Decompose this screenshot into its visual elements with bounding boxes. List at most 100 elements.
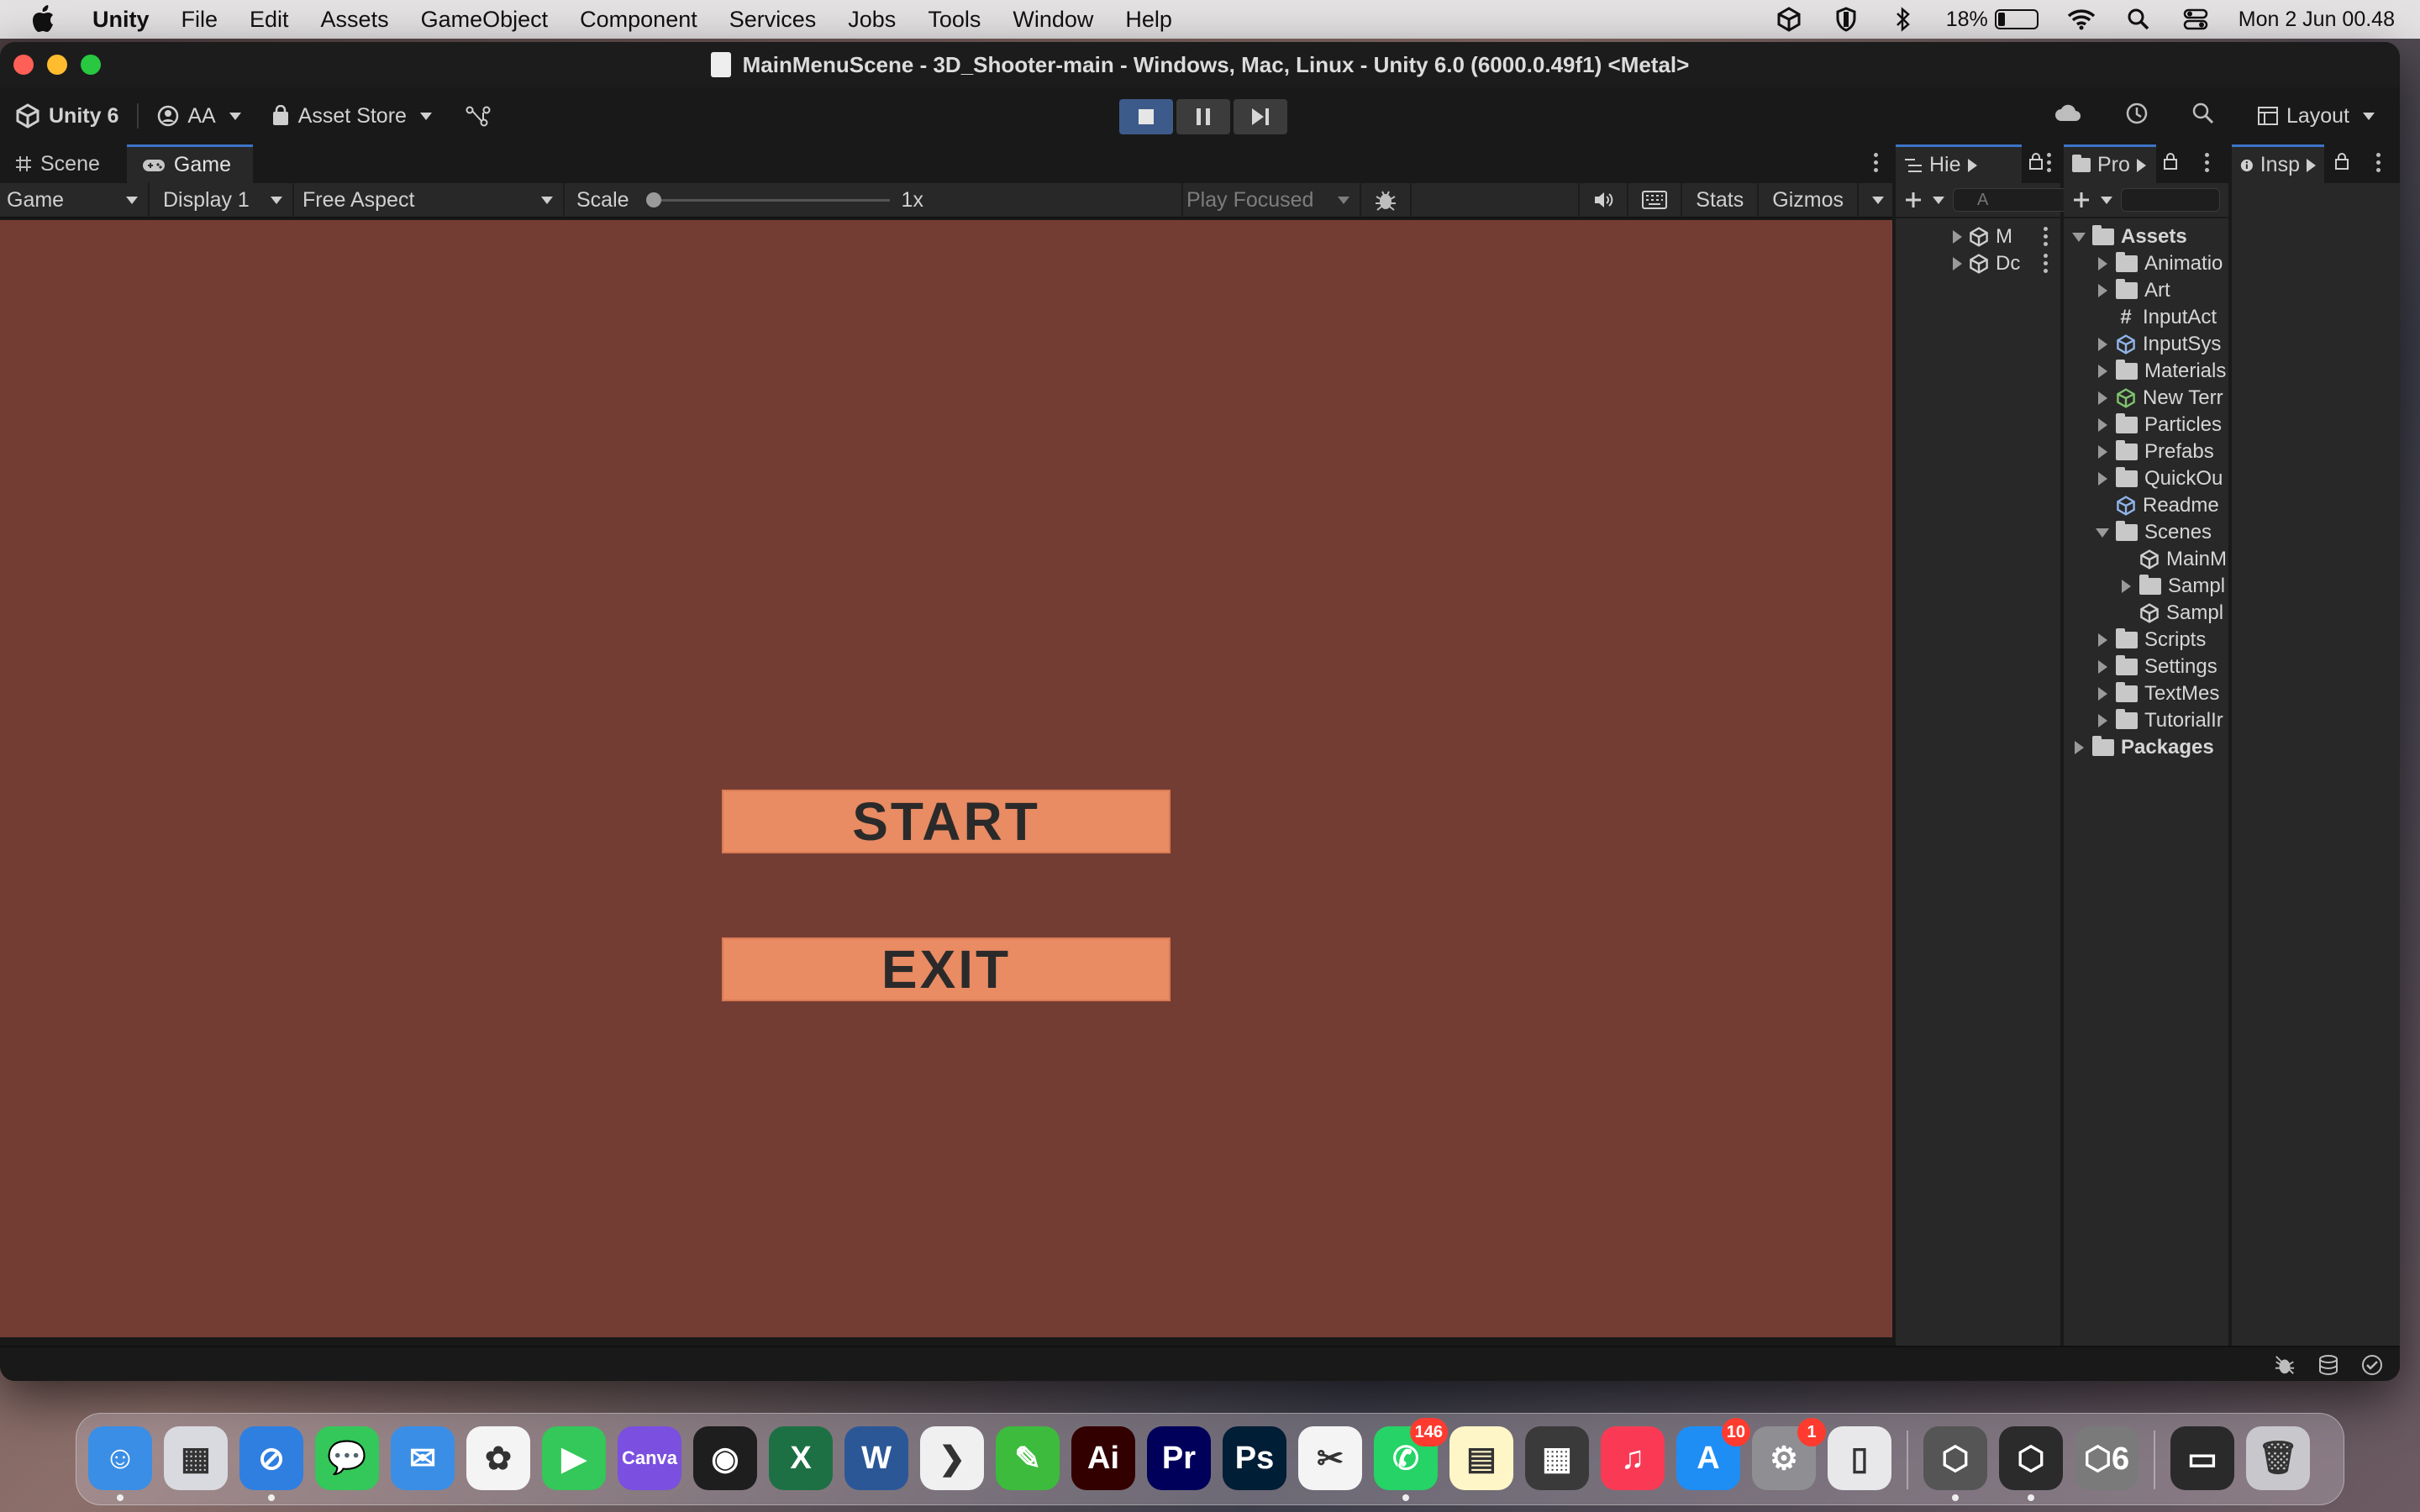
gizmos-toggle[interactable]: Gizmos bbox=[1757, 182, 1857, 218]
project-tree-item[interactable]: Sampl bbox=[2064, 573, 2228, 600]
minimize-window-button[interactable] bbox=[47, 55, 67, 75]
expand-arrow-icon[interactable] bbox=[2097, 284, 2107, 297]
expand-arrow-icon[interactable] bbox=[2097, 472, 2107, 486]
unity-version-button[interactable]: Unity 6 bbox=[15, 103, 118, 129]
bluetooth-icon[interactable] bbox=[1889, 5, 1918, 34]
dock-app-music[interactable]: ♫ bbox=[1601, 1426, 1665, 1490]
project-tree-item[interactable]: TextMes bbox=[2064, 680, 2228, 707]
pause-button[interactable] bbox=[1176, 99, 1230, 134]
menu-clock[interactable]: Mon 2 Jun 00.48 bbox=[2238, 8, 2395, 32]
menu-component[interactable]: Component bbox=[580, 7, 697, 33]
project-tree-item[interactable]: Materials bbox=[2064, 358, 2228, 385]
expand-arrow-icon[interactable] bbox=[2097, 687, 2107, 701]
panel-menu-icon[interactable] bbox=[2047, 153, 2052, 172]
asset-store-dropdown[interactable]: Asset Store bbox=[271, 104, 432, 129]
menu-file[interactable]: File bbox=[182, 7, 218, 33]
play-stop-button[interactable] bbox=[1119, 99, 1173, 134]
lock-icon[interactable] bbox=[2163, 152, 2178, 176]
expand-arrow-icon[interactable] bbox=[2097, 365, 2107, 378]
dock-app-calculator[interactable]: ▦ bbox=[1525, 1426, 1589, 1490]
project-tree-item[interactable]: Readme bbox=[2064, 492, 2228, 519]
project-tree-item[interactable]: Sampl bbox=[2064, 600, 2228, 627]
version-control-button[interactable] bbox=[466, 105, 491, 127]
dock-app-unity-6[interactable]: ⬡6 bbox=[2075, 1426, 2139, 1490]
menu-app-name[interactable]: Unity bbox=[92, 7, 150, 33]
expand-arrow-icon[interactable] bbox=[2097, 714, 2107, 727]
project-tree-item[interactable]: Art bbox=[2064, 277, 2228, 304]
search-icon[interactable] bbox=[2192, 102, 2214, 130]
exit-button[interactable]: EXIT bbox=[722, 937, 1171, 1001]
menu-services[interactable]: Services bbox=[729, 7, 817, 33]
dock-app-finder[interactable]: ☺ bbox=[88, 1426, 152, 1490]
dock-app-unity-hub[interactable]: ⬡ bbox=[1923, 1426, 1987, 1490]
dock-app-system-settings[interactable]: ⚙ 1 bbox=[1752, 1418, 1826, 1490]
project-tree-item[interactable]: Prefabs bbox=[2064, 438, 2228, 465]
expand-arrow-icon[interactable] bbox=[1953, 230, 1962, 244]
dock-app-capcut[interactable]: ✂ bbox=[1298, 1426, 1362, 1490]
dock-app-photoshop[interactable]: Ps bbox=[1223, 1426, 1286, 1490]
layout-dropdown[interactable]: Layout bbox=[2257, 104, 2375, 129]
project-tree-item[interactable]: QuickOu bbox=[2064, 465, 2228, 492]
panel-menu-icon[interactable] bbox=[2205, 153, 2210, 172]
game-mode-dropdown[interactable]: Game bbox=[0, 182, 150, 218]
scale-slider[interactable] bbox=[645, 192, 890, 207]
expand-arrow-icon[interactable] bbox=[2074, 741, 2084, 754]
project-tree-item[interactable]: New Terr bbox=[2064, 385, 2228, 412]
dock-app-trash[interactable]: 🗑 bbox=[2246, 1426, 2310, 1490]
dock-app-vscode[interactable]: ❯ bbox=[920, 1426, 984, 1490]
create-dropdown[interactable] bbox=[1904, 191, 1944, 209]
dock-app-unity-editor[interactable]: ⬡ bbox=[1999, 1426, 2063, 1490]
stats-toggle[interactable]: Stats bbox=[1681, 182, 1757, 218]
panel-menu-icon[interactable] bbox=[2376, 153, 2381, 172]
hierarchy-row-scene[interactable]: M bbox=[1896, 223, 2060, 250]
dock-app-mail[interactable]: ✉ bbox=[391, 1426, 455, 1490]
project-tree-item[interactable]: Packages bbox=[2064, 734, 2228, 761]
menu-edit[interactable]: Edit bbox=[250, 7, 289, 33]
tab-hierarchy[interactable]: Hie bbox=[1896, 144, 2022, 183]
project-tree-item[interactable]: # InputAct bbox=[2064, 304, 2228, 331]
window-titlebar[interactable]: MainMenuScene - 3D_Shooter-main - Window… bbox=[0, 42, 2400, 87]
dock-app-whatsapp[interactable]: ✆ 146 bbox=[1374, 1418, 1448, 1490]
project-tree-item[interactable]: Scenes bbox=[2064, 519, 2228, 546]
dock-app-word[interactable]: W bbox=[844, 1426, 908, 1490]
close-window-button[interactable] bbox=[13, 55, 34, 75]
row-menu-icon[interactable] bbox=[2044, 227, 2049, 246]
dock-app-launchpad[interactable]: ▦ bbox=[164, 1426, 228, 1490]
progress-check-icon[interactable] bbox=[2361, 1354, 2383, 1380]
unity-status-icon[interactable] bbox=[1775, 5, 1803, 34]
dock-app-downloads-stack[interactable]: ▭ bbox=[2170, 1426, 2234, 1490]
dock-app-premiere[interactable]: Pr bbox=[1147, 1426, 1211, 1490]
dock-app-excel[interactable]: X bbox=[769, 1426, 833, 1490]
menu-assets[interactable]: Assets bbox=[321, 7, 389, 33]
lock-icon[interactable] bbox=[2028, 152, 2044, 176]
project-tree-item[interactable]: MainM bbox=[2064, 546, 2228, 573]
collapse-arrow-icon[interactable] bbox=[2096, 528, 2109, 538]
dock-app-app-store[interactable]: A 10 bbox=[1676, 1418, 1750, 1490]
start-button[interactable]: START bbox=[722, 790, 1171, 853]
dock-app-safari[interactable]: ⊘ bbox=[239, 1426, 303, 1490]
shield-status-icon[interactable] bbox=[1832, 5, 1860, 34]
project-search-input[interactable] bbox=[2121, 188, 2220, 212]
dock-app-notes[interactable]: ▤ bbox=[1449, 1426, 1513, 1490]
expand-arrow-icon[interactable] bbox=[2097, 338, 2107, 351]
tab-game[interactable]: Game bbox=[126, 144, 253, 183]
expand-arrow-icon[interactable] bbox=[2097, 445, 2107, 459]
project-tree-item[interactable]: Scripts bbox=[2064, 627, 2228, 654]
panel-menu-icon[interactable] bbox=[1874, 153, 1879, 172]
spotlight-search-icon[interactable] bbox=[2124, 5, 2153, 34]
debug-toggle[interactable] bbox=[1361, 182, 1412, 218]
dock-app-messages[interactable]: 💬 bbox=[315, 1426, 379, 1490]
menu-window[interactable]: Window bbox=[1013, 7, 1093, 33]
dock-app-photos[interactable]: ✿ bbox=[466, 1426, 530, 1490]
project-tree-item[interactable]: TutorialIr bbox=[2064, 707, 2228, 734]
expand-arrow-icon[interactable] bbox=[2097, 418, 2107, 432]
apple-menu-icon[interactable] bbox=[30, 5, 64, 34]
dock-app-illustrator[interactable]: Ai bbox=[1071, 1426, 1135, 1490]
play-focused-dropdown[interactable]: Play Focused bbox=[1181, 182, 1361, 218]
dock-app-iphone-mirroring[interactable]: ▯ bbox=[1828, 1426, 1891, 1490]
keyboard-shortcuts-toggle[interactable] bbox=[1627, 182, 1681, 218]
cache-server-icon[interactable] bbox=[2317, 1354, 2339, 1380]
cloud-icon[interactable] bbox=[2054, 104, 2081, 129]
expand-arrow-icon[interactable] bbox=[2097, 633, 2107, 647]
game-viewport[interactable]: START EXIT bbox=[0, 220, 1892, 1337]
